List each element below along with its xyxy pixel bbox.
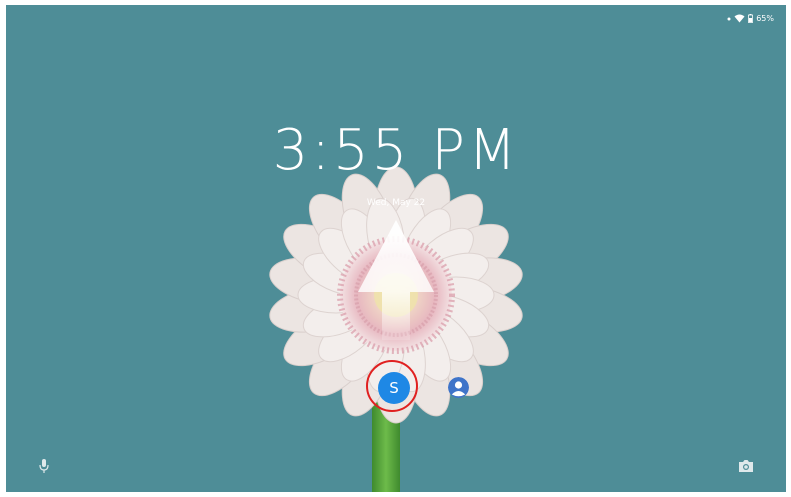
battery-icon (748, 14, 754, 23)
lock-screen-date: Wed, May 22 (366, 198, 426, 208)
person-icon[interactable] (448, 377, 469, 398)
current-user-avatar[interactable]: S (378, 372, 410, 404)
battery-percentage: 65% (756, 14, 774, 23)
lock-screen-clock: 3:55 PM (272, 118, 520, 183)
lock-screen[interactable]: 65% 3:55 PM Wed, May 22 S (6, 5, 786, 492)
wifi-icon (734, 14, 745, 23)
status-bar: 65% (727, 14, 774, 23)
microphone-icon[interactable] (35, 457, 53, 475)
signal-dot-icon (727, 17, 731, 20)
camera-icon[interactable] (737, 457, 755, 475)
arrow-up-icon (358, 220, 434, 340)
